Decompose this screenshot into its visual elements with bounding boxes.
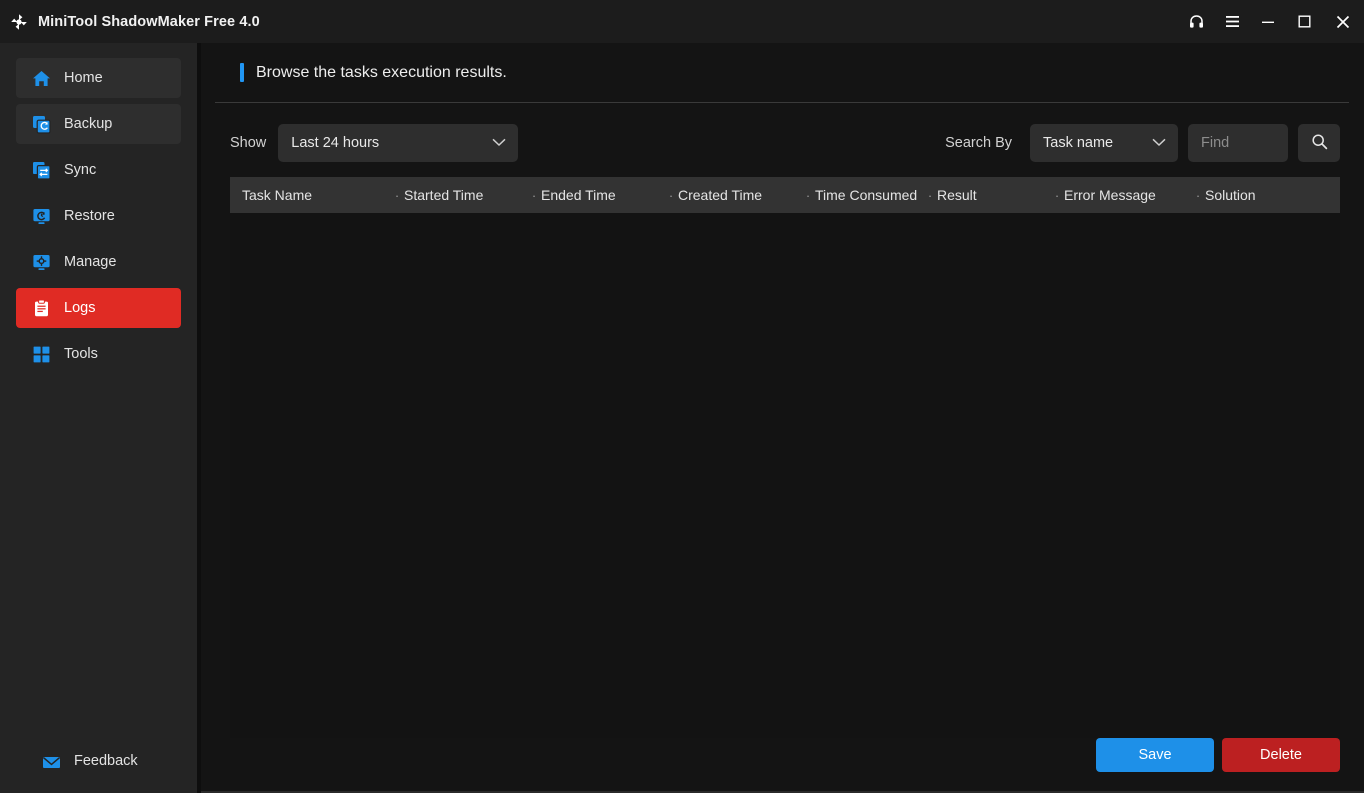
column-separator-icon: · (1195, 187, 1201, 203)
column-separator-icon: · (394, 187, 400, 203)
restore-icon (32, 207, 51, 226)
sidebar-item-feedback[interactable]: Feedback (0, 752, 197, 793)
sidebar-item-manage[interactable]: Manage (16, 242, 181, 282)
sidebar-item-sync[interactable]: Sync (16, 150, 181, 190)
action-bar: Save Delete (201, 738, 1364, 791)
column-separator-icon: · (1054, 187, 1060, 203)
tools-grid-icon (32, 345, 51, 364)
column-separator-icon: · (668, 187, 674, 203)
filter-toolbar: Show Last 24 hours Search By Task name (201, 103, 1364, 162)
sidebar-nav: Home Backup Sync Restore Manage Logs Too… (0, 58, 197, 380)
body-split: Home Backup Sync Restore Manage Logs Too… (0, 43, 1364, 793)
search-by-value: Task name (1043, 135, 1114, 151)
logs-table: Task Name · Started Time · Ended Time · … (230, 177, 1340, 738)
delete-button[interactable]: Delete (1222, 738, 1340, 772)
chevron-down-icon (492, 135, 506, 151)
column-separator-icon: · (531, 187, 537, 203)
column-header-created-time[interactable]: Created Time (678, 187, 801, 203)
app-title: MiniTool ShadowMaker Free 4.0 (38, 13, 260, 30)
title-bar-left: MiniTool ShadowMaker Free 4.0 (0, 12, 260, 32)
column-header-time-consumed[interactable]: Time Consumed (815, 187, 923, 203)
column-header-task-name[interactable]: Task Name (242, 187, 390, 203)
sidebar-item-label: Tools (64, 345, 98, 362)
main-content: Browse the tasks execution results. Show… (201, 43, 1364, 793)
sidebar-item-logs[interactable]: Logs (16, 288, 181, 328)
column-header-started-time[interactable]: Started Time (404, 187, 527, 203)
sidebar-feedback-label: Feedback (74, 753, 138, 770)
sidebar-item-restore[interactable]: Restore (16, 196, 181, 236)
sidebar-item-home[interactable]: Home (16, 58, 181, 98)
support-headset-icon[interactable] (1178, 0, 1214, 43)
backup-icon (32, 115, 51, 134)
search-by-label: Search By (945, 135, 1012, 151)
column-header-result[interactable]: Result (937, 187, 1050, 203)
column-header-solution[interactable]: Solution (1205, 187, 1256, 203)
sidebar-item-tools[interactable]: Tools (16, 334, 181, 374)
sidebar-item-label: Home (64, 69, 103, 86)
app-window: MiniTool ShadowMaker Free 4.0 Home Backu… (0, 0, 1364, 793)
search-input[interactable] (1188, 124, 1288, 162)
title-bar-controls (1178, 0, 1364, 43)
sidebar-item-backup[interactable]: Backup (16, 104, 181, 144)
sidebar-item-label: Sync (64, 161, 97, 178)
search-by-select[interactable]: Task name (1030, 124, 1178, 162)
sidebar: Home Backup Sync Restore Manage Logs Too… (0, 43, 201, 793)
menu-hamburger-icon[interactable] (1214, 0, 1250, 43)
show-label: Show (230, 135, 267, 151)
refresh-arrows-logo-icon (9, 12, 29, 32)
chevron-down-icon (1152, 135, 1166, 151)
logs-clipboard-icon (32, 299, 51, 318)
sidebar-item-label: Restore (64, 207, 115, 224)
manage-icon (32, 253, 51, 272)
close-icon[interactable] (1322, 0, 1364, 43)
column-separator-icon: · (805, 187, 811, 203)
page-title: Browse the tasks execution results. (256, 63, 507, 81)
column-header-error-message[interactable]: Error Message (1064, 187, 1191, 203)
minimize-icon[interactable] (1250, 0, 1286, 43)
sidebar-item-label: Backup (64, 115, 113, 132)
accent-bar-icon (240, 63, 244, 82)
search-button[interactable] (1298, 124, 1340, 162)
column-separator-icon: · (927, 187, 933, 203)
title-bar: MiniTool ShadowMaker Free 4.0 (0, 0, 1364, 43)
sidebar-item-label: Logs (64, 299, 96, 316)
show-range-select[interactable]: Last 24 hours (278, 124, 519, 162)
home-icon (32, 69, 51, 88)
search-icon (1311, 133, 1328, 153)
sidebar-item-label: Manage (64, 253, 117, 270)
maximize-icon[interactable] (1286, 0, 1322, 43)
save-button[interactable]: Save (1096, 738, 1214, 772)
column-header-ended-time[interactable]: Ended Time (541, 187, 664, 203)
search-controls: Search By Task name (945, 124, 1340, 162)
table-header-row: Task Name · Started Time · Ended Time · … (230, 177, 1340, 213)
show-range-value: Last 24 hours (291, 135, 380, 151)
table-body (230, 213, 1340, 738)
page-header: Browse the tasks execution results. (215, 43, 1349, 103)
sync-icon (32, 161, 51, 180)
envelope-icon (42, 752, 61, 771)
